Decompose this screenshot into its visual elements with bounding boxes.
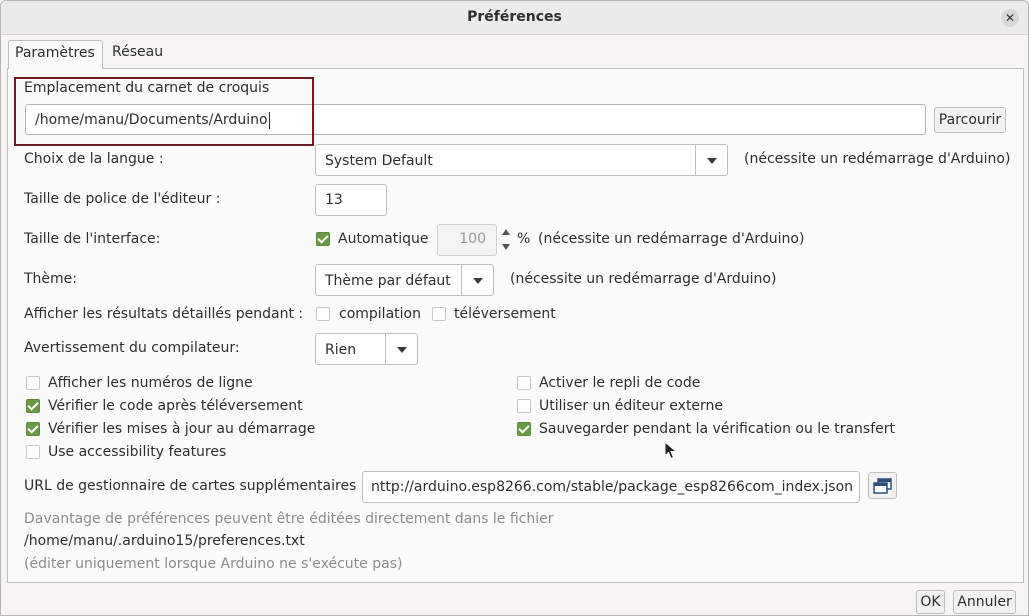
language-select[interactable]: System Default — [315, 144, 728, 176]
theme-select[interactable]: Thème par défaut — [315, 264, 494, 296]
auto-scale-checkbox[interactable] — [316, 232, 330, 246]
verbose-upload-checkbox[interactable] — [432, 307, 446, 321]
verify-after-upload-label: Vérifier le code après téléversement — [48, 398, 303, 414]
editor-font-label: Taille de police de l'éditeur : — [24, 191, 221, 207]
scale-restart-note: (nécessite un redémarrage d'Arduino) — [538, 231, 805, 247]
boards-url-label: URL de gestionnaire de cartes supplément… — [24, 478, 357, 494]
boards-url-input[interactable]: nttp://arduino.esp8266.com/stable/packag… — [362, 471, 860, 503]
chevron-down-icon[interactable] — [502, 244, 510, 250]
chevron-down-icon[interactable] — [695, 145, 727, 175]
browse-button[interactable]: Parcourir — [934, 107, 1006, 133]
sketchbook-path-input[interactable]: /home/manu/Documents/Arduino — [25, 104, 926, 135]
close-icon[interactable]: ✕ — [1001, 9, 1019, 27]
window-title: Préférences — [467, 9, 562, 25]
verify-after-upload-checkbox[interactable] — [26, 399, 40, 413]
verbose-compile-checkbox[interactable] — [316, 307, 330, 321]
tab-parametres[interactable]: Paramètres — [8, 40, 103, 69]
tab-reseau[interactable]: Réseau — [106, 40, 170, 68]
language-label: Choix de la langue : — [24, 151, 164, 167]
theme-selected: Thème par défaut — [325, 273, 451, 289]
sketchbook-label: Emplacement du carnet de croquis — [24, 80, 270, 96]
cancel-button[interactable]: Annuler — [953, 590, 1016, 614]
accessibility-checkbox[interactable] — [26, 445, 40, 459]
check-updates-checkbox[interactable] — [26, 422, 40, 436]
code-folding-label: Activer le repli de code — [539, 375, 701, 391]
prefs-file-path: /home/manu/.arduino15/preferences.txt — [24, 533, 305, 549]
check-updates-label: Vérifier les mises à jour au démarrage — [48, 421, 316, 437]
language-selected: System Default — [325, 153, 433, 169]
theme-restart-note: (nécessite un redémarrage d'Arduino) — [510, 271, 777, 287]
ok-button[interactable]: OK — [916, 590, 945, 614]
compiler-warnings-label: Avertissement du compilateur: — [24, 340, 240, 356]
boards-url-edit-button[interactable] — [868, 472, 897, 499]
sketchbook-path-value: /home/manu/Documents/Arduino — [35, 112, 268, 128]
chevron-down-icon[interactable] — [385, 334, 417, 364]
compiler-warnings-selected: Rien — [325, 342, 357, 358]
text-caret — [268, 111, 270, 129]
interface-scale-label: Taille de l'interface: — [24, 231, 161, 247]
chevron-down-icon[interactable] — [461, 265, 493, 295]
compiler-warnings-select[interactable]: Rien — [315, 333, 418, 365]
verbose-compile-label: compilation — [339, 306, 421, 322]
line-numbers-label: Afficher les numéros de ligne — [48, 375, 253, 391]
accessibility-label: Use accessibility features — [48, 444, 227, 460]
save-on-verify-label: Sauvegarder pendant la vérification ou l… — [539, 421, 896, 437]
preferences-window: Préférences ✕ Paramètres Réseau Emplacem… — [0, 0, 1029, 616]
window-stack-icon — [872, 478, 892, 494]
title-bar: Préférences ✕ — [1, 1, 1028, 35]
scale-unit: % — [517, 231, 531, 247]
mouse-cursor-icon — [664, 441, 678, 460]
chevron-up-icon[interactable] — [502, 229, 510, 235]
verbose-label: Afficher les résultats détaillés pendant… — [24, 306, 304, 322]
scale-stepper[interactable] — [499, 224, 515, 256]
prefs-file-info: Davantage de préférences peuvent être éd… — [24, 511, 554, 527]
external-editor-checkbox[interactable] — [517, 399, 531, 413]
auto-scale-label: Automatique — [338, 231, 429, 247]
language-restart-note: (nécessite un redémarrage d'Arduino) — [744, 151, 1011, 167]
editor-font-size-input[interactable]: 13 — [315, 184, 387, 216]
save-on-verify-checkbox[interactable] — [517, 422, 531, 436]
code-folding-checkbox[interactable] — [517, 376, 531, 390]
prefs-file-note: (éditer uniquement lorsque Arduino ne s'… — [24, 556, 403, 572]
theme-label: Thème: — [24, 271, 78, 287]
verbose-upload-label: téléversement — [454, 306, 556, 322]
line-numbers-checkbox[interactable] — [26, 376, 40, 390]
external-editor-label: Utiliser un éditeur externe — [539, 398, 724, 414]
interface-scale-input[interactable]: 100 — [437, 224, 497, 256]
